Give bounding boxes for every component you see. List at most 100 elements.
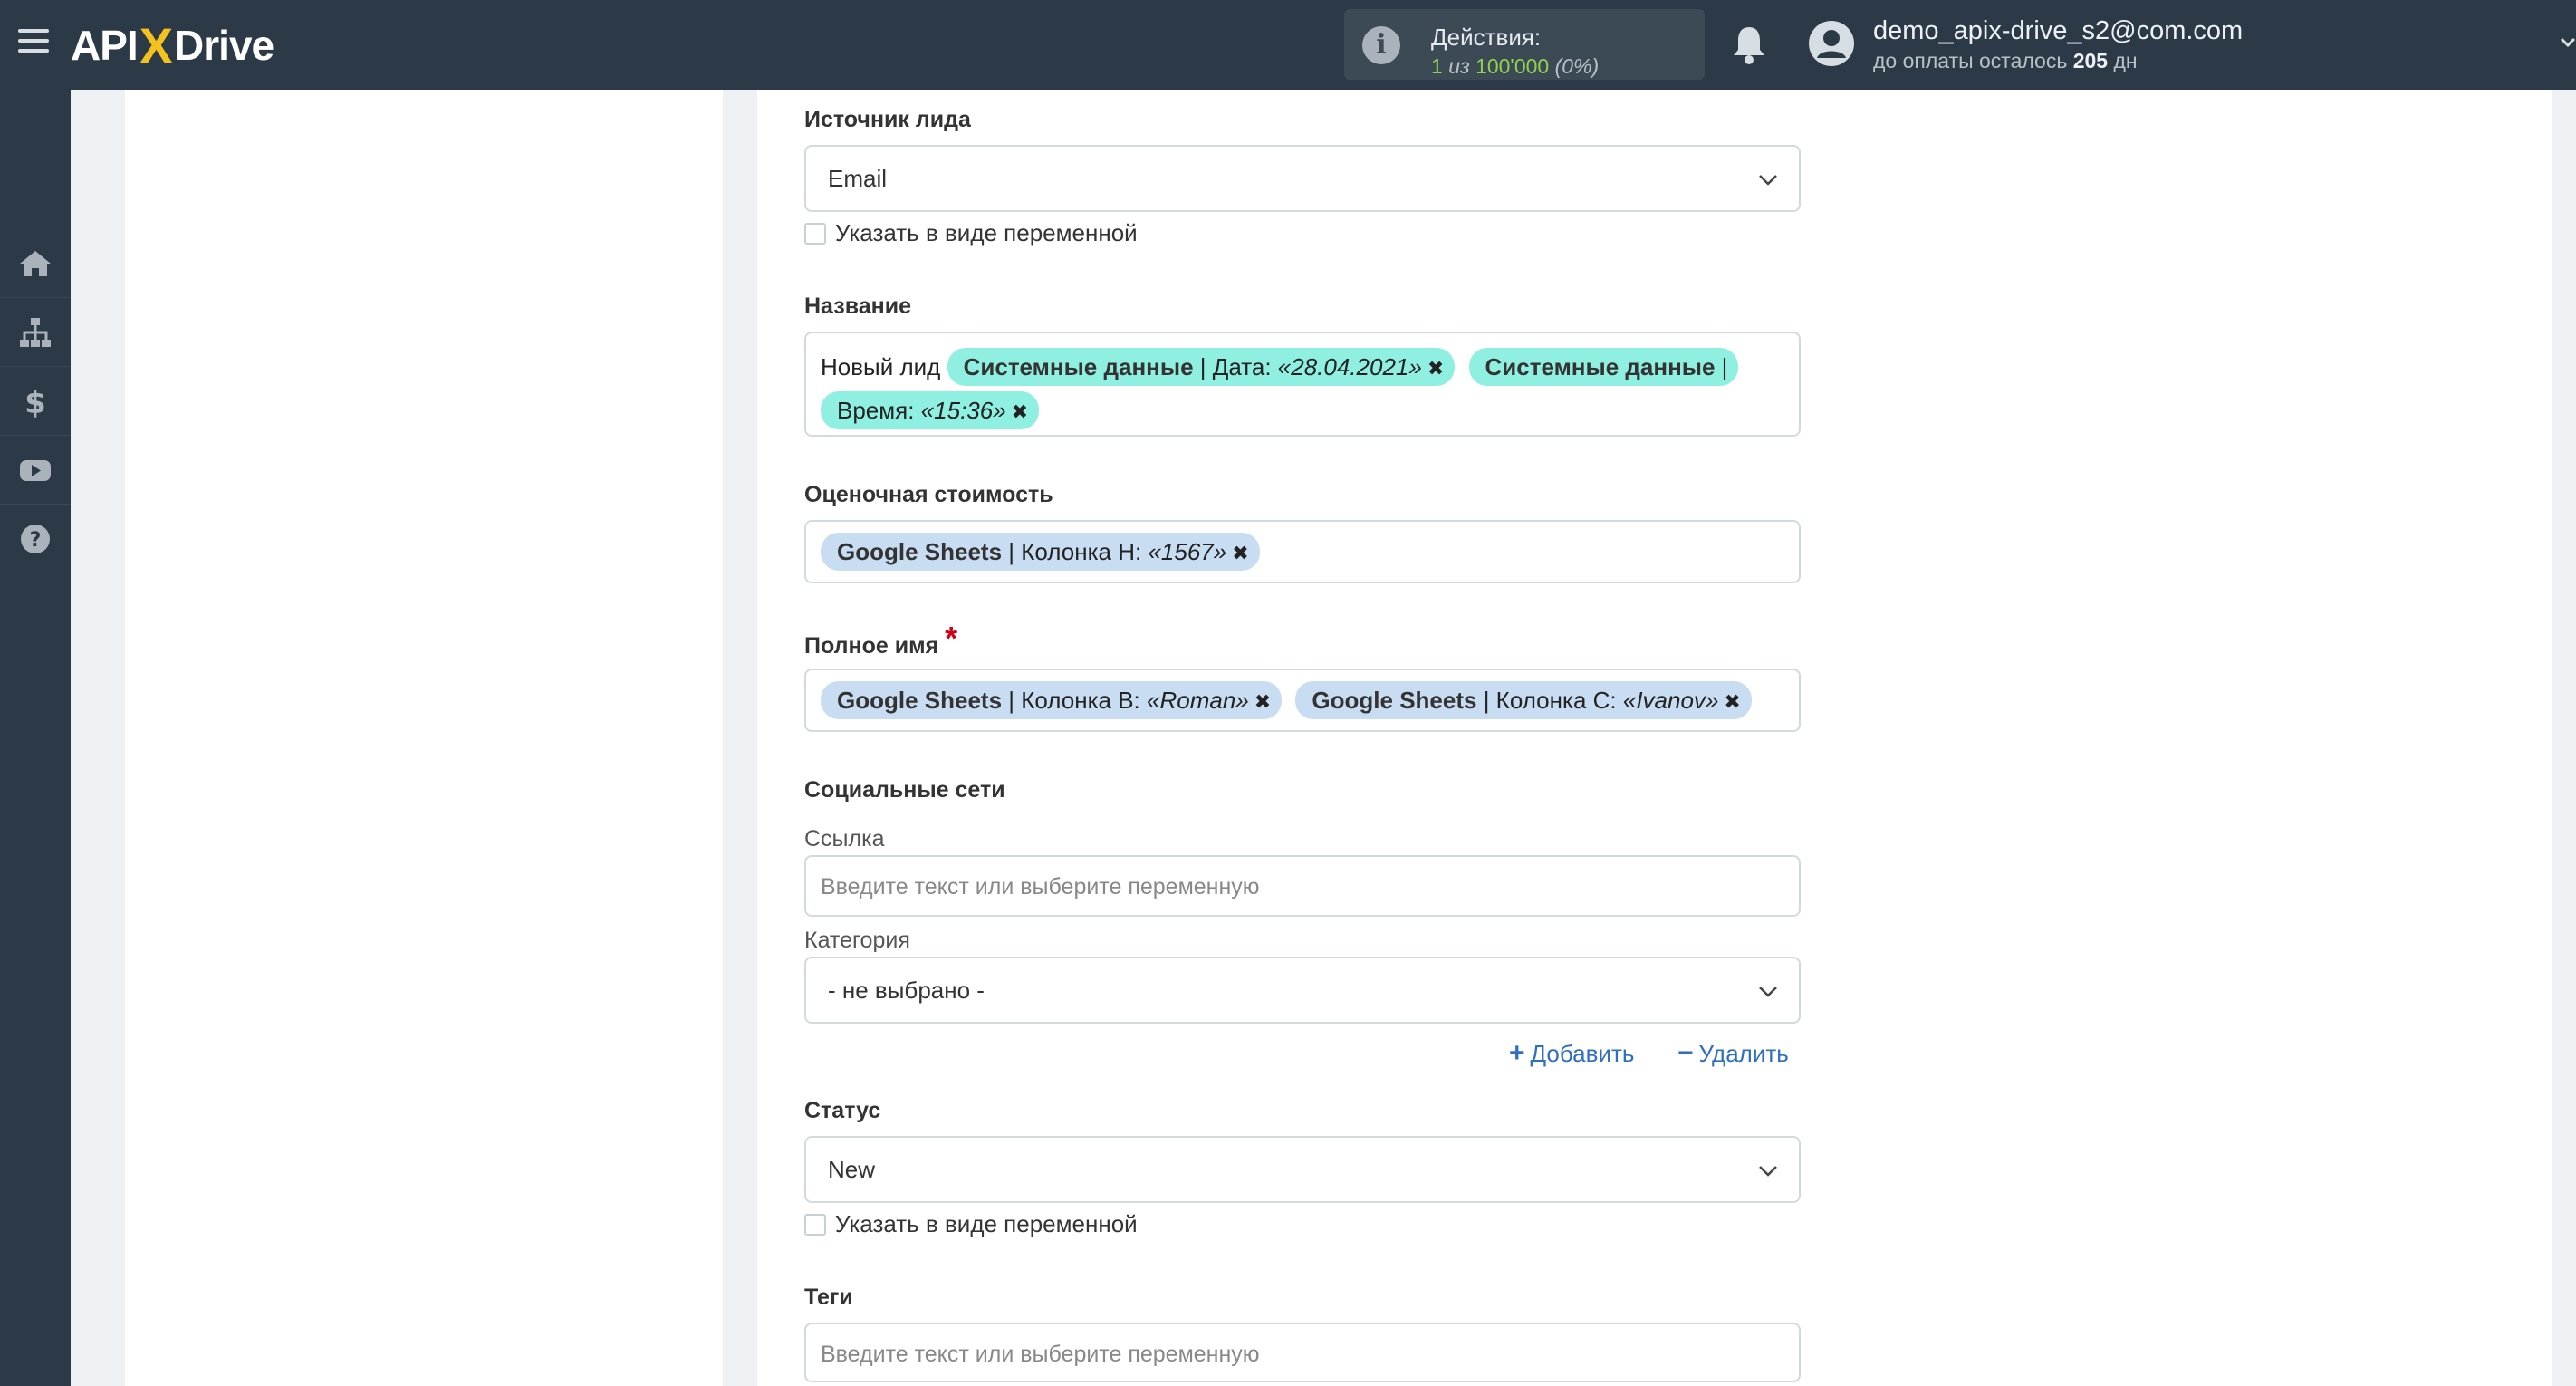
- actions-usage: 1 из 100'000 (0%): [1431, 54, 1599, 79]
- sidebar-item-help[interactable]: ?: [0, 505, 71, 573]
- top-bar: API X Drive i Действия: 1 из 100'000 (0%) …: [0, 0, 2576, 90]
- tag-source: Системные данные: [963, 353, 1194, 380]
- actions-used: 1: [1431, 54, 1443, 78]
- svg-text:$: $: [24, 385, 46, 419]
- actions-percent: (0%): [1554, 54, 1600, 78]
- status-variable-checkbox[interactable]: [804, 1213, 826, 1236]
- logo-drive: Drive: [174, 22, 274, 69]
- tag-source: Системные данные: [1485, 353, 1716, 380]
- lead-source-label: Источник лида: [804, 107, 971, 132]
- full-name-tags: Google Sheets | Колонка B: «Roman» ✖ Goog…: [821, 679, 1784, 723]
- name-tags: Новый лид Системные данные | Дата: «28.0…: [821, 346, 1784, 433]
- tag-field: | Колонка B:: [1008, 687, 1140, 714]
- tag-value: «Ivanov»: [1622, 687, 1719, 714]
- name-field[interactable]: Новый лид Системные данные | Дата: «28.0…: [804, 332, 1801, 437]
- lead-source-variable-label: Указать в виде переменной: [835, 219, 1138, 246]
- category-label: Категория: [804, 928, 910, 953]
- full-name-field[interactable]: Google Sheets | Колонка B: «Roman» ✖ Goog…: [804, 669, 1801, 732]
- name-prefix-text: Новый лид: [821, 353, 941, 380]
- chevron-down-icon: [1759, 1166, 1777, 1177]
- estimated-cost-tags: Google Sheets | Колонка H: «1567» ✖: [821, 531, 1784, 574]
- remove-tag-icon[interactable]: ✖: [1012, 400, 1028, 423]
- logo-x: X: [139, 16, 173, 74]
- chevron-down-icon[interactable]: [2560, 34, 2576, 51]
- tags-placeholder: Введите текст или выберите переменную: [821, 1342, 1260, 1367]
- remove-tag-icon[interactable]: ✖: [1724, 690, 1740, 713]
- add-social-button[interactable]: + Добавить: [1509, 1038, 1634, 1069]
- help-icon: ?: [21, 524, 50, 553]
- category-value: - не выбрано -: [828, 977, 985, 1004]
- tag-value: «1567»: [1148, 538, 1227, 565]
- subscription-suffix: дн: [2113, 49, 2138, 72]
- tag-source: Google Sheets: [837, 538, 1003, 565]
- actions-counter[interactable]: i Действия: 1 из 100'000 (0%): [1344, 9, 1705, 80]
- logo[interactable]: API X Drive: [71, 16, 274, 74]
- left-panel: [125, 90, 723, 1386]
- remove-tag-icon[interactable]: ✖: [1232, 542, 1248, 564]
- actions-title: Действия:: [1431, 24, 1542, 51]
- add-social-label: Добавить: [1530, 1040, 1635, 1067]
- sidebar-item-billing[interactable]: $: [0, 367, 71, 436]
- logo-api: API: [71, 22, 139, 69]
- status-value: New: [828, 1156, 876, 1183]
- youtube-icon: [20, 459, 51, 481]
- variable-tag: Google Sheets | Колонка H: «1567» ✖: [821, 533, 1260, 571]
- full-name-label: Полное имя *: [804, 620, 957, 661]
- variable-tag: Системные данные | Дата: «28.04.2021» ✖: [947, 348, 1456, 386]
- remove-tag-icon[interactable]: ✖: [1427, 357, 1444, 380]
- name-label: Название: [804, 294, 912, 319]
- link-input[interactable]: Введите текст или выберите переменную: [804, 855, 1801, 917]
- lead-source-variable-option[interactable]: Указать в виде переменной: [804, 219, 1138, 247]
- category-select[interactable]: - не выбрано -: [804, 957, 1801, 1024]
- chevron-down-icon: [1759, 987, 1777, 997]
- subscription-days: 205: [2072, 49, 2109, 72]
- social-label: Социальные сети: [804, 777, 1005, 803]
- link-placeholder: Введите текст или выберите переменную: [821, 874, 1260, 900]
- subscription-prefix: до оплаты осталось: [1873, 49, 2068, 72]
- tags-input[interactable]: Введите текст или выберите переменную: [804, 1323, 1801, 1382]
- sidebar: $ ?: [0, 90, 71, 1386]
- status-label: Статус: [804, 1098, 881, 1123]
- status-variable-option[interactable]: Указать в виде переменной: [804, 1210, 1138, 1238]
- variable-tag: Google Sheets | Колонка B: «Roman» ✖: [821, 681, 1283, 719]
- minus-icon: −: [1677, 1038, 1694, 1068]
- lead-source-value: Email: [828, 165, 888, 192]
- tags-label: Теги: [804, 1285, 853, 1310]
- lead-source-variable-checkbox[interactable]: [804, 222, 826, 245]
- user-email[interactable]: demo_apix-drive_s2@com.com: [1873, 16, 2243, 46]
- tag-value: «28.04.2021»: [1277, 353, 1422, 380]
- status-variable-label: Указать в виде переменной: [835, 1210, 1138, 1237]
- full-name-label-text: Полное имя: [804, 633, 939, 659]
- tag-source: Google Sheets: [1312, 687, 1477, 714]
- tag-value: «15:36»: [920, 397, 1006, 424]
- dollar-icon: $: [24, 385, 46, 419]
- bell-icon[interactable]: [1731, 24, 1767, 65]
- menu-icon[interactable]: [18, 29, 49, 60]
- status-select[interactable]: New: [804, 1136, 1801, 1203]
- plus-icon: +: [1509, 1038, 1525, 1068]
- sidebar-item-connections[interactable]: [0, 298, 71, 367]
- home-icon: [20, 250, 51, 276]
- remove-social-button[interactable]: − Удалить: [1677, 1038, 1789, 1069]
- variable-tag: Google Sheets | Колонка C: «Ivanov» ✖: [1295, 681, 1752, 719]
- tag-field: | Колонка C:: [1483, 687, 1617, 714]
- sidebar-item-video[interactable]: [0, 436, 71, 505]
- link-label: Ссылка: [804, 826, 885, 852]
- actions-limit: 100'000: [1475, 54, 1550, 78]
- tag-source: Google Sheets: [837, 687, 1003, 714]
- lead-source-select[interactable]: Email: [804, 145, 1801, 212]
- chevron-down-icon: [1759, 175, 1777, 186]
- tag-field: | Колонка H:: [1008, 538, 1142, 565]
- tag-value: «Roman»: [1147, 687, 1249, 714]
- estimated-cost-field[interactable]: Google Sheets | Колонка H: «1567» ✖: [804, 520, 1801, 583]
- actions-of: из: [1448, 54, 1470, 78]
- avatar-icon[interactable]: [1808, 20, 1855, 67]
- tag-field: | Дата:: [1199, 353, 1272, 380]
- info-icon: i: [1362, 26, 1400, 64]
- sidebar-item-home[interactable]: [0, 229, 71, 298]
- remove-social-label: Удалить: [1698, 1040, 1789, 1067]
- remove-tag-icon[interactable]: ✖: [1254, 690, 1271, 713]
- estimated-cost-label: Оценочная стоимость: [804, 482, 1053, 507]
- sitemap-icon: [20, 317, 51, 347]
- svg-text:?: ?: [30, 529, 42, 552]
